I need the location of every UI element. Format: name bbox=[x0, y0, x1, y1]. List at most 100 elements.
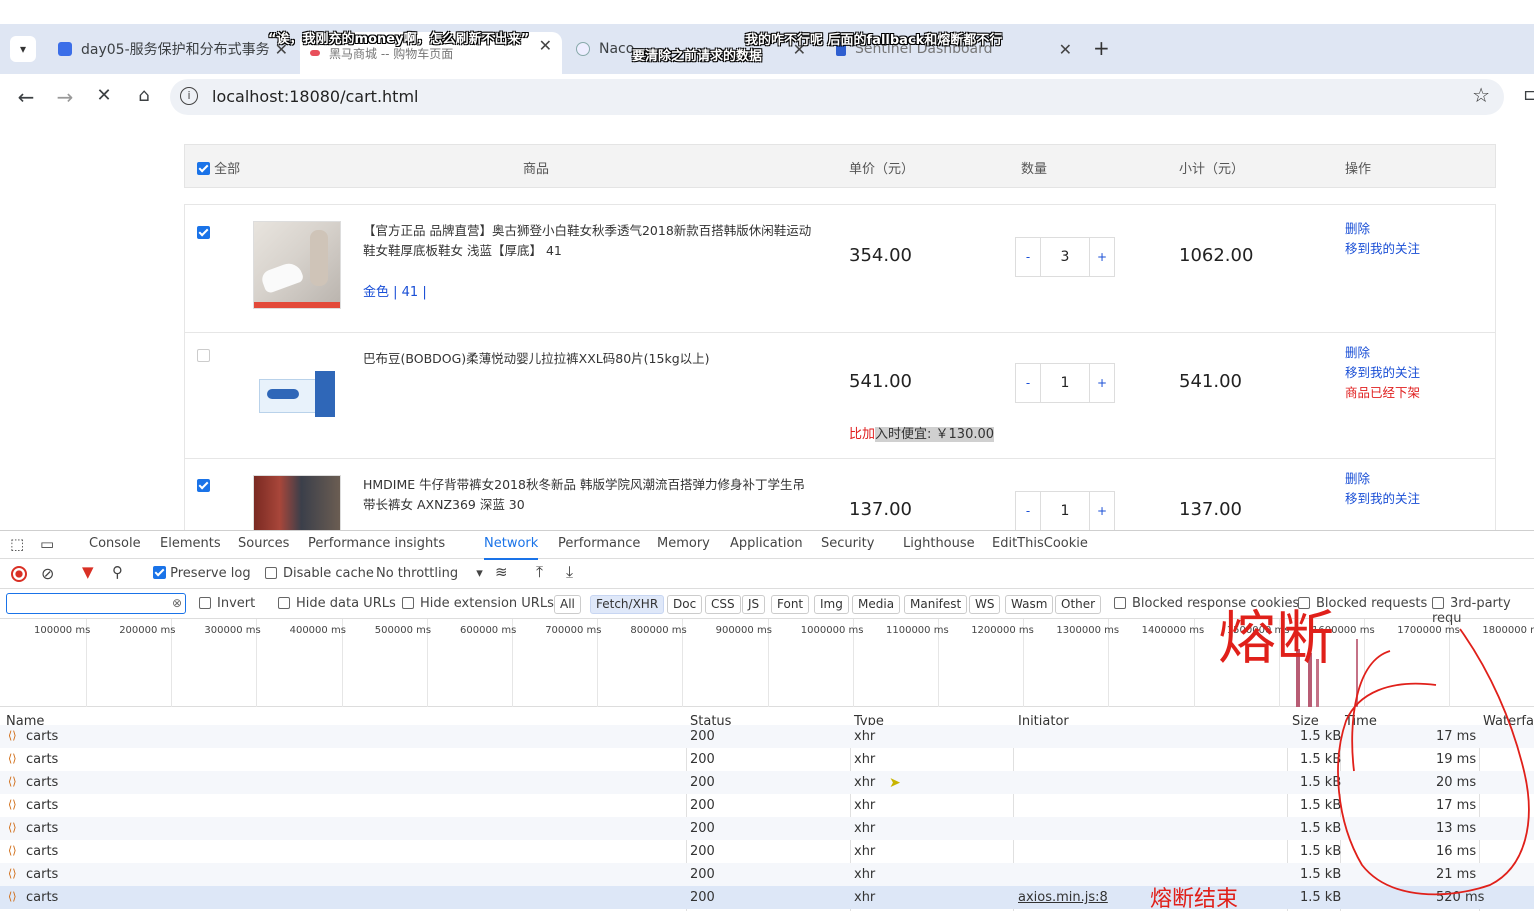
clear-icon[interactable]: ⊘ bbox=[41, 564, 54, 583]
delete-link[interactable]: 删除 bbox=[1345, 343, 1420, 363]
back-icon[interactable]: ← bbox=[14, 85, 38, 109]
extensions-icon[interactable]: ⊏ bbox=[1518, 85, 1534, 104]
tab-memory[interactable]: Memory bbox=[657, 536, 710, 551]
filter-doc[interactable]: Doc bbox=[667, 595, 703, 614]
filter-css[interactable]: CSS bbox=[705, 595, 741, 614]
product-name[interactable]: HMDIME 牛仔背带裤女2018秋冬新品 韩版学院风潮流百搭弹力修身补丁学生吊… bbox=[363, 475, 813, 515]
quantity-stepper[interactable]: - 1 + bbox=[1015, 363, 1115, 403]
tab-performance-insights[interactable]: Performance insights bbox=[308, 536, 445, 551]
tab-day05[interactable]: day05-服务保护和分布式事务 ✕ bbox=[48, 32, 298, 66]
checkbox-icon[interactable] bbox=[402, 597, 414, 609]
omnibox[interactable]: i localhost:18080/cart.html ☆ bbox=[170, 79, 1504, 115]
item-checkbox[interactable] bbox=[197, 479, 210, 492]
tab-security[interactable]: Security bbox=[821, 536, 874, 551]
req-initiator[interactable]: axios.min.js:8 bbox=[1018, 890, 1108, 905]
product-name[interactable]: 【官方正品 品牌直营】奥古狮登小白鞋女秋季透气2018新款百搭韩版休闲鞋运动鞋女… bbox=[363, 221, 813, 261]
stop-icon[interactable]: ✕ bbox=[92, 85, 116, 106]
checkbox-icon[interactable] bbox=[153, 566, 166, 579]
timeline-tick-label: 500000 ms bbox=[374, 625, 432, 636]
preserve-log-label: Preserve log bbox=[170, 566, 251, 581]
clear-filter-icon[interactable]: ⊗ bbox=[172, 596, 182, 610]
site-info-icon[interactable]: i bbox=[180, 87, 198, 105]
quantity-stepper[interactable]: - 3 + bbox=[1015, 237, 1115, 277]
new-tab-button[interactable]: + bbox=[1093, 36, 1110, 60]
follow-link[interactable]: 移到我的关注 bbox=[1345, 489, 1420, 509]
filter-other[interactable]: Other bbox=[1055, 595, 1102, 614]
decrement-button[interactable]: - bbox=[1016, 238, 1040, 276]
checkbox-icon[interactable] bbox=[265, 567, 277, 579]
filter-img[interactable]: Img bbox=[814, 595, 849, 614]
device-toolbar-icon[interactable]: ▭ bbox=[40, 535, 54, 553]
close-icon[interactable]: ✕ bbox=[1059, 40, 1072, 59]
throttling-select[interactable]: No throttling ▾ bbox=[376, 566, 483, 581]
tab-search-button[interactable]: ▾ bbox=[10, 36, 36, 62]
tab-editthiscookie[interactable]: EditThisCookie bbox=[992, 536, 1088, 551]
filter-all[interactable]: All bbox=[554, 595, 581, 614]
preserve-log-checkbox[interactable]: Preserve log bbox=[153, 566, 251, 581]
quantity-value[interactable]: 1 bbox=[1040, 492, 1090, 530]
hide-extension-urls-checkbox[interactable]: Hide extension URLs bbox=[402, 596, 554, 611]
disable-cache-checkbox[interactable]: Disable cache bbox=[265, 566, 374, 581]
checkbox-icon[interactable] bbox=[278, 597, 290, 609]
filter-ws[interactable]: WS bbox=[969, 595, 1001, 614]
checkbox-icon[interactable] bbox=[1114, 597, 1126, 609]
tab-console[interactable]: Console bbox=[89, 536, 141, 551]
import-har-icon[interactable]: ⤒ bbox=[536, 562, 543, 582]
product-name[interactable]: 巴布豆(BOBDOG)柔薄悦动婴儿拉拉裤XXL码80片(15kg以上) bbox=[363, 349, 813, 369]
filter-font[interactable]: Font bbox=[771, 595, 810, 614]
filter-input[interactable]: ⊗ bbox=[6, 593, 186, 614]
hide-data-urls-checkbox[interactable]: Hide data URLs bbox=[278, 596, 396, 611]
filter-fetch-xhr[interactable]: Fetch/XHR bbox=[590, 595, 665, 614]
filter-icon[interactable]: ▼ bbox=[82, 563, 94, 581]
home-icon[interactable]: ⌂ bbox=[132, 85, 156, 106]
decrement-button[interactable]: - bbox=[1016, 492, 1040, 530]
invert-checkbox[interactable]: Invert bbox=[199, 596, 255, 611]
subtotal: 1062.00 bbox=[1179, 245, 1254, 266]
subtotal: 541.00 bbox=[1179, 371, 1242, 392]
tab-lighthouse[interactable]: Lighthouse bbox=[903, 536, 975, 551]
bookmark-star-icon[interactable]: ☆ bbox=[1472, 83, 1490, 107]
tab-elements[interactable]: Elements bbox=[160, 536, 221, 551]
delete-link[interactable]: 删除 bbox=[1345, 219, 1420, 239]
checkbox-icon[interactable] bbox=[1432, 597, 1444, 609]
tab-performance[interactable]: Performance bbox=[558, 536, 640, 551]
item-checkbox[interactable] bbox=[197, 226, 210, 239]
item-checkbox[interactable] bbox=[197, 349, 210, 362]
checkbox-icon[interactable] bbox=[199, 597, 211, 609]
delete-link[interactable]: 删除 bbox=[1345, 469, 1420, 489]
tab-application[interactable]: Application bbox=[730, 536, 803, 551]
timeline-tick-label: 100000 ms bbox=[34, 625, 91, 636]
decrement-button[interactable]: - bbox=[1016, 364, 1040, 402]
quantity-stepper[interactable]: - 1 + bbox=[1015, 491, 1115, 530]
increment-button[interactable]: + bbox=[1090, 238, 1114, 276]
export-har-icon[interactable]: ⤓ bbox=[566, 562, 573, 582]
req-name: carts bbox=[26, 729, 59, 744]
forward-icon[interactable]: → bbox=[53, 85, 77, 109]
filter-manifest[interactable]: Manifest bbox=[904, 595, 968, 614]
tab-sources[interactable]: Sources bbox=[238, 536, 289, 551]
record-icon[interactable] bbox=[11, 566, 27, 582]
cart-page: 全部 商品 单价（元） 数量 小计（元） 操作 【官方正品 品牌直营】奥古狮登小… bbox=[0, 120, 1534, 530]
filter-wasm[interactable]: Wasm bbox=[1005, 595, 1054, 614]
req-status: 200 bbox=[690, 798, 715, 813]
unit-price: 541.00 bbox=[849, 371, 912, 392]
follow-link[interactable]: 移到我的关注 bbox=[1345, 363, 1420, 383]
close-icon[interactable]: ✕ bbox=[539, 36, 552, 55]
unit-price: 137.00 bbox=[849, 499, 912, 520]
url-text[interactable]: localhost:18080/cart.html bbox=[212, 87, 418, 106]
checkbox-icon[interactable] bbox=[197, 162, 210, 175]
inspect-element-icon[interactable]: ⬚ bbox=[10, 535, 24, 553]
increment-button[interactable]: + bbox=[1090, 364, 1114, 402]
req-name: carts bbox=[26, 821, 59, 836]
increment-button[interactable]: + bbox=[1090, 492, 1114, 530]
quantity-value[interactable]: 1 bbox=[1040, 364, 1090, 402]
filter-js[interactable]: JS bbox=[742, 595, 766, 614]
quantity-value[interactable]: 3 bbox=[1040, 238, 1090, 276]
search-icon[interactable]: ⚲ bbox=[112, 563, 123, 581]
follow-link[interactable]: 移到我的关注 bbox=[1345, 239, 1420, 259]
network-conditions-icon[interactable]: ≋ bbox=[495, 563, 508, 581]
select-all[interactable]: 全部 bbox=[197, 158, 240, 177]
tab-network[interactable]: Network bbox=[484, 536, 539, 560]
filter-media[interactable]: Media bbox=[852, 595, 901, 614]
xhr-icon: ⟨⟩ bbox=[8, 729, 17, 742]
